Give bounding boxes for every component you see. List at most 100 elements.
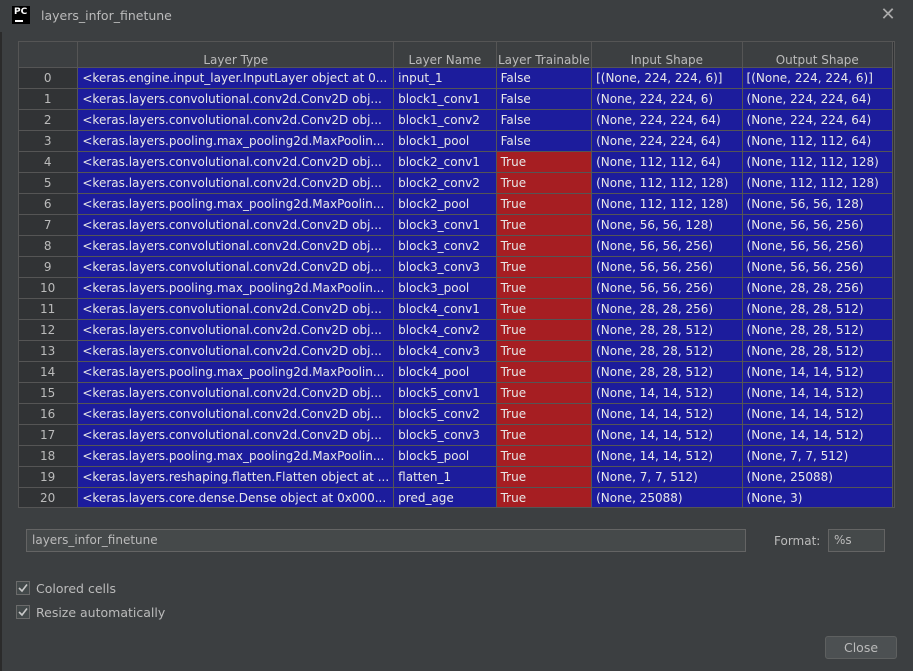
layer-type-cell[interactable]: <keras.layers.convolutional.conv2d.Conv2… [77,256,395,278]
layer-trainable-cell[interactable]: True [496,172,593,194]
layer-trainable-cell[interactable]: True [496,445,593,467]
layer-type-cell[interactable]: <keras.layers.convolutional.conv2d.Conv2… [77,382,395,404]
table-row[interactable]: 7 <keras.layers.convolutional.conv2d.Conv… [19,214,894,236]
table-row[interactable]: 20 <keras.layers.core.dense.Dense object … [19,487,894,507]
row-index[interactable]: 3 [19,130,79,152]
output-shape-cell[interactable]: (None, 224, 224, 64) [742,109,894,131]
input-shape-cell[interactable]: (None, 14, 14, 512) [591,403,743,425]
layer-name-cell[interactable]: block4_pool [393,361,497,383]
row-index[interactable]: 4 [19,151,79,173]
table-row[interactable]: 12 <keras.layers.convolutional.conv2d.Con… [19,319,894,341]
row-index[interactable]: 2 [19,109,79,131]
layer-name-cell[interactable]: block2_conv2 [393,172,497,194]
output-shape-cell[interactable]: (None, 56, 56, 128) [742,193,894,215]
data-table-viewport[interactable]: Layer Type Layer Name Layer Trainable In… [18,41,895,508]
table-row[interactable]: 4 <keras.layers.convolutional.conv2d.Conv… [19,151,894,173]
table-row[interactable]: 6 <keras.layers.pooling.max_pooling2d.Max… [19,193,894,215]
output-shape-cell[interactable]: (None, 224, 224, 64) [742,88,894,110]
layer-name-cell[interactable]: block3_pool [393,277,497,299]
row-index[interactable]: 14 [19,361,79,383]
layer-trainable-cell[interactable]: False [496,88,593,110]
input-shape-cell[interactable]: (None, 56, 56, 256) [591,277,743,299]
layer-type-cell[interactable]: <keras.engine.input_layer.InputLayer obj… [77,67,395,89]
table-row[interactable]: 3 <keras.layers.pooling.max_pooling2d.Max… [19,130,894,152]
row-index[interactable]: 0 [19,67,79,89]
layer-type-cell[interactable]: <keras.layers.pooling.max_pooling2d.MaxP… [77,445,395,467]
table-row[interactable]: 0 <keras.engine.input_layer.InputLayer ob… [19,67,894,89]
layer-type-cell[interactable]: <keras.layers.convolutional.conv2d.Conv2… [77,151,395,173]
output-shape-cell[interactable]: (None, 56, 56, 256) [742,256,894,278]
output-shape-cell[interactable]: (None, 56, 56, 256) [742,214,894,236]
row-index[interactable]: 13 [19,340,79,362]
row-index[interactable]: 12 [19,319,79,341]
output-shape-cell[interactable]: (None, 56, 56, 256) [742,235,894,257]
output-shape-cell[interactable]: (None, 25088) [742,466,894,488]
layer-trainable-cell[interactable]: True [496,466,593,488]
layer-trainable-cell[interactable]: True [496,319,593,341]
input-shape-cell[interactable]: (None, 112, 112, 64) [591,151,743,173]
input-shape-cell[interactable]: (None, 28, 28, 512) [591,319,743,341]
layer-trainable-cell[interactable]: True [496,277,593,299]
input-shape-cell[interactable]: (None, 14, 14, 512) [591,382,743,404]
input-shape-cell[interactable]: (None, 7, 7, 512) [591,466,743,488]
input-shape-cell[interactable]: [(None, 224, 224, 6)] [591,67,743,89]
output-shape-cell[interactable]: (None, 112, 112, 64) [742,130,894,152]
row-index[interactable]: 20 [19,487,79,507]
row-index[interactable]: 7 [19,214,79,236]
table-row[interactable]: 2 <keras.layers.convolutional.conv2d.Conv… [19,109,894,131]
layer-name-cell[interactable]: block5_conv3 [393,424,497,446]
table-row[interactable]: 16 <keras.layers.convolutional.conv2d.Con… [19,403,894,425]
layer-type-cell[interactable]: <keras.layers.pooling.max_pooling2d.MaxP… [77,193,395,215]
layer-type-cell[interactable]: <keras.layers.pooling.max_pooling2d.MaxP… [77,361,395,383]
layer-type-cell[interactable]: <keras.layers.convolutional.conv2d.Conv2… [77,340,395,362]
layer-name-cell[interactable]: block5_pool [393,445,497,467]
input-shape-cell[interactable]: (None, 112, 112, 128) [591,193,743,215]
layer-type-cell[interactable]: <keras.layers.convolutional.conv2d.Conv2… [77,298,395,320]
output-shape-cell[interactable]: [(None, 224, 224, 6)] [742,67,894,89]
layer-type-cell[interactable]: <keras.layers.convolutional.conv2d.Conv2… [77,424,395,446]
input-shape-cell[interactable]: (None, 28, 28, 512) [591,340,743,362]
close-button[interactable]: Close [825,636,897,659]
layer-type-cell[interactable]: <keras.layers.convolutional.conv2d.Conv2… [77,403,395,425]
row-index[interactable]: 11 [19,298,79,320]
close-icon[interactable]: ✕ [878,5,898,25]
output-shape-cell[interactable]: (None, 14, 14, 512) [742,424,894,446]
output-shape-cell[interactable]: (None, 14, 14, 512) [742,382,894,404]
row-index[interactable]: 9 [19,256,79,278]
row-index[interactable]: 8 [19,235,79,257]
table-row[interactable]: 1 <keras.layers.convolutional.conv2d.Conv… [19,88,894,110]
input-shape-cell[interactable]: (None, 28, 28, 256) [591,298,743,320]
layer-trainable-cell[interactable]: False [496,67,593,89]
row-index[interactable]: 5 [19,172,79,194]
layer-name-cell[interactable]: flatten_1 [393,466,497,488]
layer-type-cell[interactable]: <keras.layers.convolutional.conv2d.Conv2… [77,235,395,257]
layer-trainable-cell[interactable]: True [496,235,593,257]
input-shape-cell[interactable]: (None, 56, 56, 128) [591,214,743,236]
input-shape-cell[interactable]: (None, 14, 14, 512) [591,445,743,467]
dataframe-name-field[interactable]: layers_infor_finetune [26,529,746,552]
table-row[interactable]: 10 <keras.layers.pooling.max_pooling2d.Ma… [19,277,894,299]
output-shape-cell[interactable]: (None, 28, 28, 512) [742,298,894,320]
row-index[interactable]: 18 [19,445,79,467]
table-row[interactable]: 8 <keras.layers.convolutional.conv2d.Conv… [19,235,894,257]
layer-trainable-cell[interactable]: True [496,361,593,383]
layer-type-cell[interactable]: <keras.layers.convolutional.conv2d.Conv2… [77,88,395,110]
column-header-layer-name[interactable]: Layer Name [393,42,497,68]
layer-name-cell[interactable]: block3_conv3 [393,256,497,278]
column-header-layer-type[interactable]: Layer Type [77,42,395,68]
layer-trainable-cell[interactable]: True [496,151,593,173]
output-shape-cell[interactable]: (None, 3) [742,487,894,507]
row-index[interactable]: 17 [19,424,79,446]
output-shape-cell[interactable]: (None, 28, 28, 512) [742,340,894,362]
layer-name-cell[interactable]: block4_conv2 [393,319,497,341]
output-shape-cell[interactable]: (None, 7, 7, 512) [742,445,894,467]
column-header-input-shape[interactable]: Input Shape [591,42,743,68]
layer-name-cell[interactable]: pred_age [393,487,497,507]
colored-cells-option[interactable]: Colored cells [16,580,116,596]
input-shape-cell[interactable]: (None, 224, 224, 6) [591,88,743,110]
layer-name-cell[interactable]: block1_conv2 [393,109,497,131]
layer-name-cell[interactable]: block2_conv1 [393,151,497,173]
format-input[interactable]: %s [828,529,885,552]
table-row[interactable]: 15 <keras.layers.convolutional.conv2d.Con… [19,382,894,404]
colored-cells-checkbox[interactable] [16,581,30,595]
